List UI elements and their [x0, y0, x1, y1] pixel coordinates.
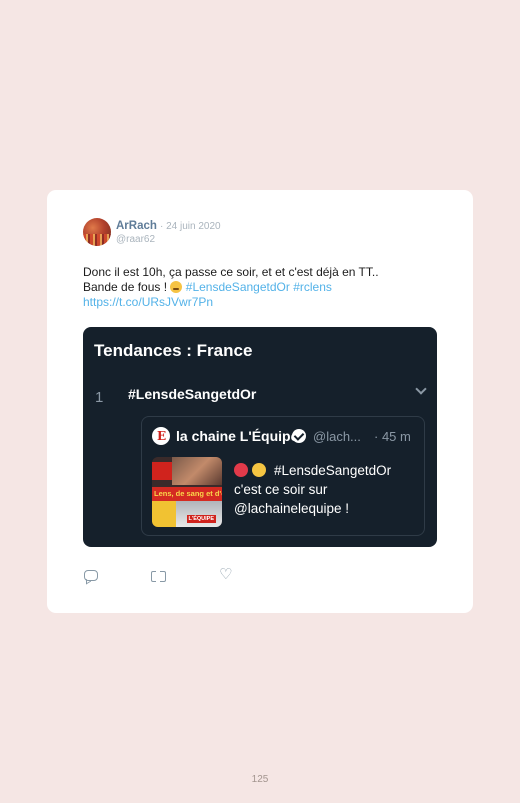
thumbnail-yellow-panel [152, 501, 176, 527]
author-handle[interactable]: @raar62 [116, 234, 155, 245]
page-number: 125 [251, 774, 269, 785]
sweat-smile-emoji-icon [170, 281, 183, 293]
tweet-card: ArRach · 24 juin 2020 @raar62 Donc il es… [47, 190, 473, 613]
thumbnail-banner: Lens, de sang et d'or [152, 487, 222, 501]
hashtag-link-1[interactable]: #LensdeSangetdOr [186, 280, 290, 294]
trend-rank: 1 [95, 389, 104, 406]
chevron-down-icon [415, 383, 427, 395]
quoted-tweet: la chaine L'Équipe @lach... · 45 m Lens,… [141, 416, 425, 536]
thumbnail-badge: L'ÉQUIPE [186, 515, 216, 523]
tweet-text-line2: Bande de fous ! [83, 280, 168, 294]
tweet-date[interactable]: · 24 juin 2020 [160, 221, 221, 232]
thumbnail-player [176, 501, 222, 527]
thumbnail-logo [152, 462, 174, 480]
quoted-text-line3: @lachainelequipe ! [234, 501, 350, 516]
quoted-thumbnail: Lens, de sang et d'or L'ÉQUIPE [152, 457, 222, 527]
quoted-text: #LensdeSangetdOr c'est ce soir sur @lach… [234, 461, 419, 518]
tweet-url-link[interactable]: https://t.co/URsJVwr7Pn [83, 295, 213, 309]
avatar[interactable] [83, 218, 111, 246]
author-line: ArRach · 24 juin 2020 [116, 220, 221, 232]
thumbnail-crowd [172, 457, 222, 485]
trend-screenshot[interactable]: Tendances : France 1 #LensdeSangetdOr la… [83, 327, 437, 547]
quoted-author-name: la chaine L'Équipe [176, 428, 299, 444]
quoted-text-line1: #LensdeSangetdOr [274, 463, 392, 478]
quoted-author-handle: @lach... [313, 429, 361, 444]
author-name[interactable]: ArRach [116, 220, 157, 232]
quoted-text-line2: c'est ce soir sur [234, 482, 328, 497]
avatar-image [83, 234, 111, 246]
reply-icon[interactable] [83, 568, 99, 584]
lequipe-logo-icon [152, 427, 170, 445]
trends-title: Tendances : France [94, 341, 253, 360]
verified-badge-icon [292, 429, 306, 443]
hashtag-link-2[interactable]: #rclens [293, 280, 332, 294]
trend-hashtag: #LensdeSangetdOr [128, 386, 257, 402]
like-icon[interactable] [218, 565, 234, 584]
retweet-icon[interactable] [150, 568, 166, 584]
tweet-text-line1: Donc il est 10h, ça passe ce soir, et et… [83, 265, 379, 279]
tweet-text: Donc il est 10h, ça passe ce soir, et et… [83, 265, 443, 310]
quoted-time: · 45 m [374, 429, 411, 444]
